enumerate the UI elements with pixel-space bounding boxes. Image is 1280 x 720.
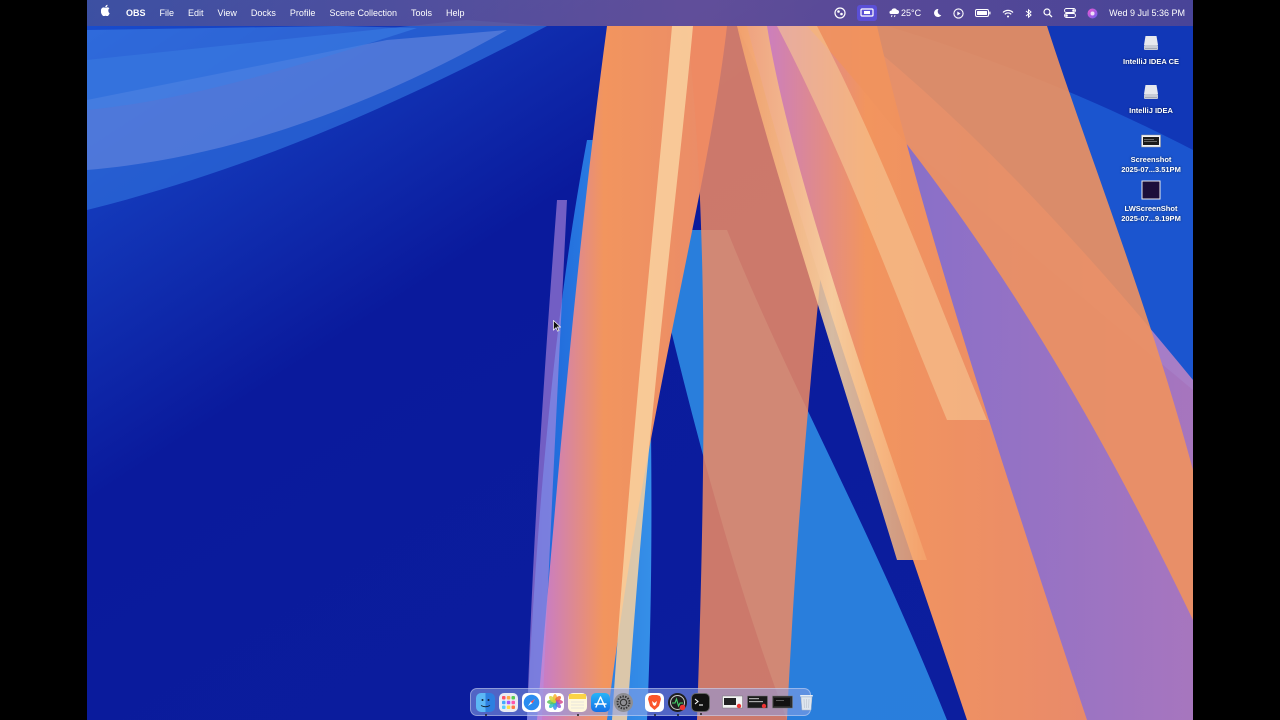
running-indicator (699, 712, 702, 715)
wifi-icon[interactable] (1002, 5, 1014, 21)
dock (470, 688, 813, 716)
terminal-icon (694, 698, 703, 706)
notes-icon (569, 693, 586, 708)
menu-scene-collection[interactable]: Scene Collection (322, 0, 404, 26)
menu-profile[interactable]: Profile (283, 0, 323, 26)
dock-brave[interactable] (645, 692, 664, 716)
desktop-icon-intellij-idea[interactable]: IntelliJ IDEA (1111, 81, 1191, 116)
desktop-icon-label: IntelliJ IDEA CE (1123, 57, 1179, 66)
running-indicator (676, 713, 679, 716)
drive-icon (1140, 32, 1162, 54)
desktop-icon-intellij-idea-ce[interactable]: IntelliJ IDEA CE (1111, 32, 1191, 67)
screen-mirroring-icon[interactable] (857, 5, 878, 21)
drive-icon (1140, 81, 1162, 103)
photos-icon (546, 694, 563, 710)
control-center-icon[interactable] (1064, 5, 1077, 21)
menu-docks[interactable]: Docks (244, 0, 283, 26)
menu-app-name[interactable]: OBS (119, 0, 153, 26)
desktop-icon-label-line2: 2025-07...9.19PM (1121, 214, 1181, 223)
desktop-icon-label-line1: Screenshot (1130, 155, 1172, 164)
app-store-icon (594, 695, 607, 708)
menu-clock[interactable]: Wed 9 Jul 5:36 PM (1109, 8, 1185, 18)
menu-bar: OBS File Edit View Docks Profile Scene C… (87, 0, 1193, 26)
search-icon[interactable] (1043, 5, 1053, 21)
screenshot-icon (1140, 179, 1162, 201)
desktop-screen: OBS File Edit View Docks Profile Scene C… (87, 0, 1193, 720)
bluetooth-icon[interactable] (1025, 5, 1032, 21)
dock-photos[interactable] (545, 692, 564, 712)
dock-activity-monitor[interactable] (668, 692, 687, 716)
gear-icon (616, 695, 631, 709)
apple-icon[interactable] (95, 0, 119, 26)
dock-safari[interactable] (522, 692, 541, 712)
temperature-text: 25°C (901, 8, 922, 18)
desktop-icon-label: IntelliJ IDEA (1129, 106, 1173, 115)
brave-lion-icon (648, 694, 661, 710)
dock-finder[interactable] (476, 692, 495, 716)
desktop-icon-screenshot[interactable]: Screenshot 2025-07...3.51PM (1111, 130, 1191, 175)
siri-icon[interactable] (1087, 5, 1098, 21)
dock-notes[interactable] (568, 692, 587, 716)
desktop-icon-label-line2: 2025-07...3.51PM (1121, 165, 1181, 174)
window-thumbnail-icon (772, 695, 793, 709)
menu-help[interactable]: Help (439, 0, 472, 26)
dock-window-thumb-2[interactable] (747, 693, 768, 712)
running-indicator (484, 713, 487, 716)
wallpaper (87, 0, 1193, 720)
activity-monitor-icon (670, 694, 686, 710)
safari-compass-icon (523, 694, 540, 710)
desktop-icon-lwscreenshot[interactable]: LWScreenShot 2025-07...9.19PM (1111, 179, 1191, 224)
running-indicator (653, 713, 656, 716)
finder-icon (480, 698, 491, 707)
dock-window-thumb-3[interactable] (772, 693, 793, 712)
menu-tools[interactable]: Tools (404, 0, 439, 26)
dock-terminal[interactable] (691, 692, 710, 715)
play-circle-icon[interactable] (953, 5, 964, 21)
dock-trash[interactable] (797, 693, 816, 712)
dock-app-store[interactable] (591, 692, 610, 712)
dock-launchpad[interactable] (499, 692, 518, 712)
menu-view[interactable]: View (211, 0, 244, 26)
weather-widget[interactable]: 25°C (888, 8, 921, 18)
desktop-icon-label-line1: LWScreenShot (1124, 204, 1178, 213)
window-thumbnail-icon (722, 695, 743, 709)
mouse-cursor-icon (553, 320, 561, 332)
running-indicator (576, 713, 579, 716)
battery-icon[interactable] (975, 5, 991, 21)
trash-icon (800, 695, 813, 711)
cloud-rain-icon (889, 8, 900, 18)
moon-icon[interactable] (932, 5, 942, 21)
menu-file[interactable]: File (153, 0, 182, 26)
menu-edit[interactable]: Edit (181, 0, 211, 26)
obs-status-icon[interactable] (834, 5, 846, 21)
window-thumbnail-icon (747, 695, 768, 709)
screenshot-icon (1140, 130, 1162, 152)
dock-system-settings[interactable] (614, 692, 633, 712)
dock-window-thumb-1[interactable] (722, 693, 743, 712)
launchpad-icon (502, 695, 515, 709)
